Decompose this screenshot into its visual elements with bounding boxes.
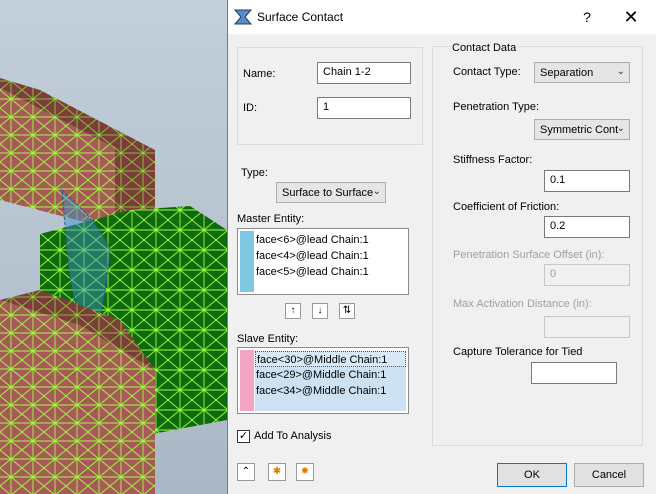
swap-arrows-icon: ⇅ xyxy=(342,305,352,316)
capture-tolerance-field[interactable] xyxy=(531,362,617,384)
list-item[interactable]: face<5>@lead Chain:1 xyxy=(255,264,406,280)
penetration-type-label: Penetration Type: xyxy=(453,101,540,113)
arrow-down-icon: ↓ xyxy=(317,305,323,316)
stiffness-factor-label: Stiffness Factor: xyxy=(453,154,533,166)
slave-color-swatch xyxy=(240,350,254,411)
master-entity-list[interactable]: face<6>@lead Chain:1 face<4>@lead Chain:… xyxy=(237,228,409,295)
name-field[interactable]: Chain 1-2 xyxy=(317,62,411,84)
double-chevron-up-icon: ⌃ xyxy=(241,466,251,477)
capture-tolerance-label: Capture Tolerance for Tied xyxy=(453,346,583,358)
contact-icon xyxy=(234,9,252,25)
max-activation-label: Max Activation Distance (in): xyxy=(453,298,592,310)
contact-type-select[interactable]: Separation ⌄ xyxy=(534,62,630,83)
slave-entity-label: Slave Entity: xyxy=(237,333,299,345)
penetration-type-value: Symmetric Cont xyxy=(540,124,619,136)
friction-coefficient-label: Coefficient of Friction: xyxy=(453,201,560,213)
swap-button[interactable]: ⇅ xyxy=(339,303,355,319)
type-select[interactable]: Surface to Surface ⌄ xyxy=(276,182,386,203)
type-select-value: Surface to Surface xyxy=(282,187,374,199)
friction-coefficient-field[interactable]: 0.2 xyxy=(544,216,630,238)
master-entity-label: Master Entity: xyxy=(237,213,305,225)
help-button[interactable]: ? xyxy=(573,5,601,29)
id-label: ID: xyxy=(243,102,258,114)
title-bar[interactable]: Surface Contact ? ✕ xyxy=(228,0,656,34)
highlight-master-button[interactable]: ✱ xyxy=(268,463,286,481)
contact-data-title: Contact Data xyxy=(450,42,519,54)
add-to-analysis-checkbox[interactable]: ✓ xyxy=(237,430,250,443)
type-label: Type: xyxy=(241,167,268,179)
id-field[interactable]: 1 xyxy=(317,97,411,119)
list-item[interactable]: face<4>@lead Chain:1 xyxy=(255,248,406,264)
arrow-up-icon: ↑ xyxy=(290,305,296,316)
penetration-type-select[interactable]: Symmetric Cont ⌄ xyxy=(534,119,630,140)
highlight-slave-button[interactable]: ✸ xyxy=(296,463,314,481)
penetration-offset-label: Penetration Surface Offset (in): xyxy=(453,249,605,261)
max-activation-field xyxy=(544,316,630,338)
slave-entity-list[interactable]: face<30>@Middle Chain:1 face<29>@Middle … xyxy=(237,347,409,414)
collapse-button[interactable]: ⌃ xyxy=(237,463,255,481)
sun-multi-icon: ✸ xyxy=(300,466,310,477)
cancel-button[interactable]: Cancel xyxy=(574,463,644,487)
contact-type-label: Contact Type: xyxy=(453,66,521,78)
dialog-title: Surface Contact xyxy=(257,10,344,24)
list-item[interactable]: face<29>@Middle Chain:1 xyxy=(255,367,406,383)
add-to-analysis-label: Add To Analysis xyxy=(254,430,332,442)
surface-contact-dialog: Surface Contact ? ✕ Name: Chain 1-2 ID: … xyxy=(227,0,656,494)
list-item[interactable]: face<6>@lead Chain:1 xyxy=(255,232,406,248)
ok-button[interactable]: OK xyxy=(497,463,567,487)
penetration-offset-field: 0 xyxy=(544,264,630,286)
chevron-down-icon: ⌄ xyxy=(616,66,625,77)
contact-type-value: Separation xyxy=(540,67,594,79)
move-down-button[interactable]: ↓ xyxy=(312,303,328,319)
name-label: Name: xyxy=(243,68,276,80)
close-button[interactable]: ✕ xyxy=(616,5,646,29)
move-up-button[interactable]: ↑ xyxy=(285,303,301,319)
sun-icon: ✱ xyxy=(272,466,282,477)
chevron-down-icon: ⌄ xyxy=(616,123,625,134)
list-item[interactable]: face<34>@Middle Chain:1 xyxy=(255,383,406,399)
stiffness-factor-field[interactable]: 0.1 xyxy=(544,170,630,192)
chevron-down-icon: ⌄ xyxy=(372,186,381,197)
checkmark-icon: ✓ xyxy=(238,430,249,442)
master-color-swatch xyxy=(240,231,254,292)
list-item-selected[interactable]: face<30>@Middle Chain:1 xyxy=(255,351,406,367)
